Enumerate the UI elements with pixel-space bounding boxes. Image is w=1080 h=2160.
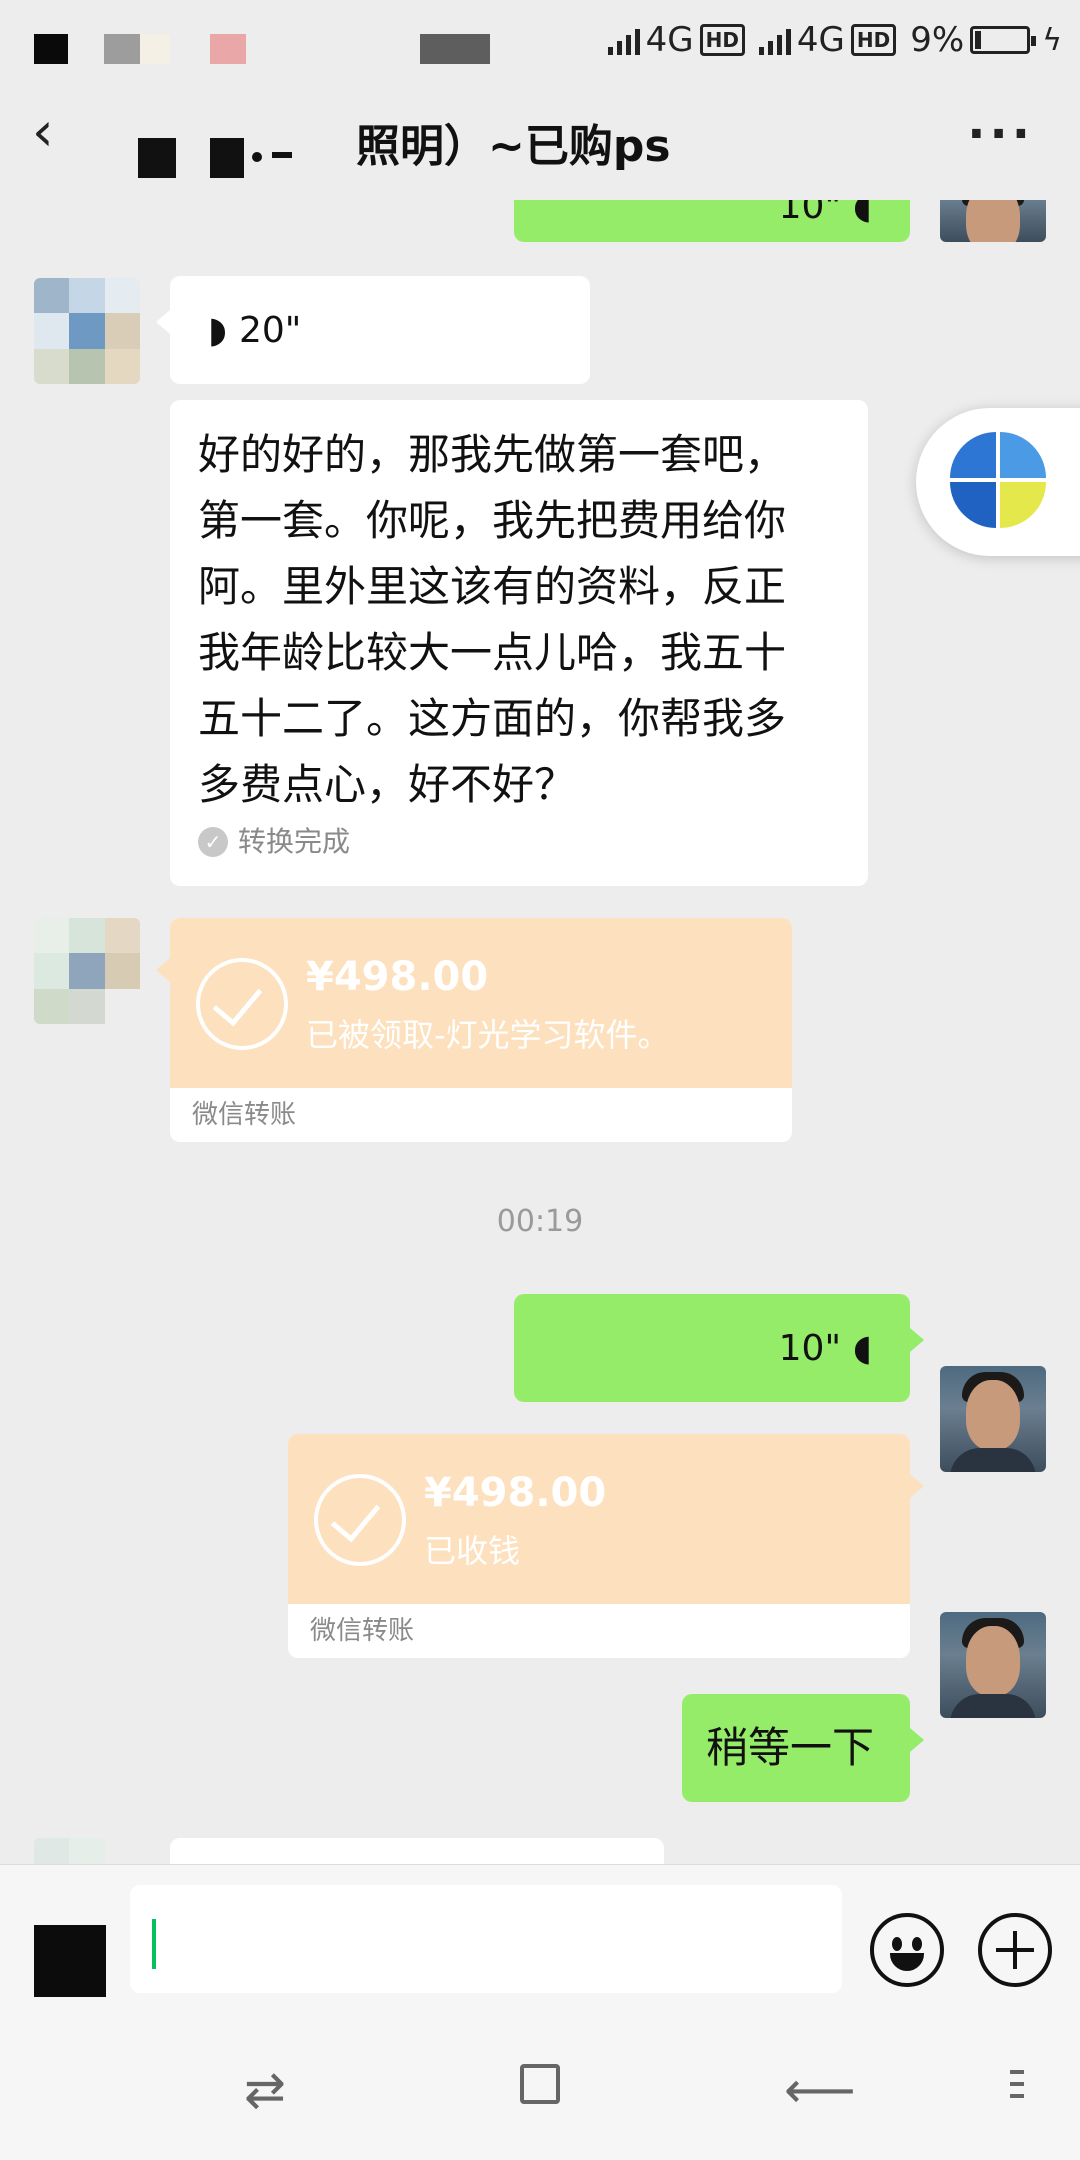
redacted-name-block <box>252 152 262 162</box>
more-options-icon[interactable]: ··· <box>967 106 1034 162</box>
message-input[interactable] <box>130 1885 842 1993</box>
menu-icon[interactable] <box>1010 2070 1024 2106</box>
incoming-message-partial[interactable] <box>170 1838 664 1864</box>
emoji-icon[interactable] <box>870 1913 944 1987</box>
text-line: 我年龄比较大一点儿哈，我五十 <box>198 628 787 677</box>
text-line: 好的好的，那我先做第一套吧， <box>198 430 787 479</box>
charging-icon: ϟ <box>1042 22 1062 58</box>
outgoing-voice-bubble-partial[interactable]: 10" ◖ <box>514 200 910 242</box>
voice-duration: 10" <box>778 1327 842 1369</box>
text-caret <box>152 1919 156 1969</box>
outgoing-transfer-card[interactable]: ¥498.00 已收钱 微信转账 <box>288 1434 924 1658</box>
my-avatar[interactable] <box>940 1612 1046 1718</box>
incoming-voice-bubble[interactable]: ◗ 20" <box>156 276 590 384</box>
chat-input-bar <box>0 1864 1080 2000</box>
transfer-footer: 微信转账 <box>310 1616 415 1646</box>
battery-icon <box>970 26 1037 54</box>
chat-message-list[interactable]: 10" ◖ ◗ 20" 好的好的，那我先做第一套吧， 第一套。你呢，我先把费用给… <box>0 200 1080 1864</box>
transfer-note: 已被领取-灯光学习软件。 <box>306 1016 670 1054</box>
network-label-2: 4G <box>796 20 845 60</box>
hd-badge-1: HD <box>699 24 745 56</box>
home-icon[interactable] <box>520 2064 560 2104</box>
network-label-1: 4G <box>645 20 694 60</box>
system-navigation-bar: ⇄ ⟵ <box>0 2000 1080 2160</box>
floating-assistant-ball[interactable] <box>916 408 1080 556</box>
status-icon-2 <box>104 34 140 64</box>
check-circle-icon <box>196 958 288 1050</box>
my-avatar[interactable] <box>940 200 1046 242</box>
transfer-note: 已收钱 <box>424 1532 521 1570</box>
signal-icon <box>758 25 791 55</box>
transfer-amount: ¥498.00 <box>306 954 489 1000</box>
transfer-amount: ¥498.00 <box>424 1470 607 1516</box>
contact-avatar[interactable] <box>34 278 140 384</box>
plus-icon[interactable] <box>978 1913 1052 1987</box>
text-line: 五十二了。这方面的，你帮我多 <box>198 694 787 743</box>
voice-to-text-bubble[interactable]: 好的好的，那我先做第一套吧， 第一套。你呢，我先把费用给你 阿。里外里这该有的资… <box>170 400 868 886</box>
back-icon[interactable]: ⟵ <box>784 2060 856 2120</box>
status-icon-4 <box>210 34 246 64</box>
redacted-name-block <box>210 138 244 178</box>
check-circle-icon <box>314 1474 406 1566</box>
voice-wave-icon: ◗ <box>208 309 227 351</box>
voice-duration: 10" <box>778 200 842 227</box>
check-circle-icon: ✓ <box>198 827 228 857</box>
battery-percent: 9% <box>910 20 965 60</box>
outgoing-text-bubble[interactable]: 稍等一下 <box>682 1694 924 1802</box>
hd-badge-2: HD <box>850 24 897 56</box>
status-indicators: 4G HD 4G HD 9% ϟ <box>607 18 1062 62</box>
status-icon-3 <box>140 34 170 64</box>
message-text: 稍等一下 <box>706 1723 875 1772</box>
incoming-transfer-card[interactable]: ¥498.00 已被领取-灯光学习软件。 微信转账 <box>156 918 792 1142</box>
contact-avatar[interactable] <box>34 918 140 1024</box>
conversion-status: ✓ 转换完成 <box>198 822 842 862</box>
text-line: 阿。里外里这该有的资料，反正 <box>198 562 787 611</box>
chat-title-bar: ‹ 照明）~已购ps ··· <box>0 80 1080 200</box>
my-avatar[interactable] <box>940 1366 1046 1472</box>
voice-wave-icon: ◖ <box>853 200 872 227</box>
text-line: 第一套。你呢，我先把费用给你 <box>198 496 787 545</box>
transfer-footer: 微信转账 <box>192 1100 297 1130</box>
recent-apps-icon[interactable]: ⇄ <box>244 2060 286 2120</box>
text-line: 多费点心，好不好？ <box>198 760 577 809</box>
signal-icon <box>607 25 640 55</box>
status-icon-5 <box>420 34 490 64</box>
status-bar: 4G HD 4G HD 9% ϟ <box>0 0 1080 80</box>
redacted-name-block <box>138 138 176 178</box>
back-arrow-icon[interactable]: ‹ <box>32 102 92 162</box>
contact-avatar[interactable] <box>34 1838 140 1864</box>
status-icon-1 <box>34 34 68 64</box>
timestamp: 00:19 <box>496 1204 584 1239</box>
voice-duration: 20" <box>238 309 302 351</box>
outgoing-voice-bubble[interactable]: 10" ◖ <box>514 1294 924 1402</box>
voice-wave-icon: ◖ <box>853 1327 872 1369</box>
chat-title: 照明）~已购ps <box>356 121 671 172</box>
voice-keyboard-toggle-icon[interactable] <box>34 1925 106 1997</box>
redacted-name-block <box>272 152 292 158</box>
